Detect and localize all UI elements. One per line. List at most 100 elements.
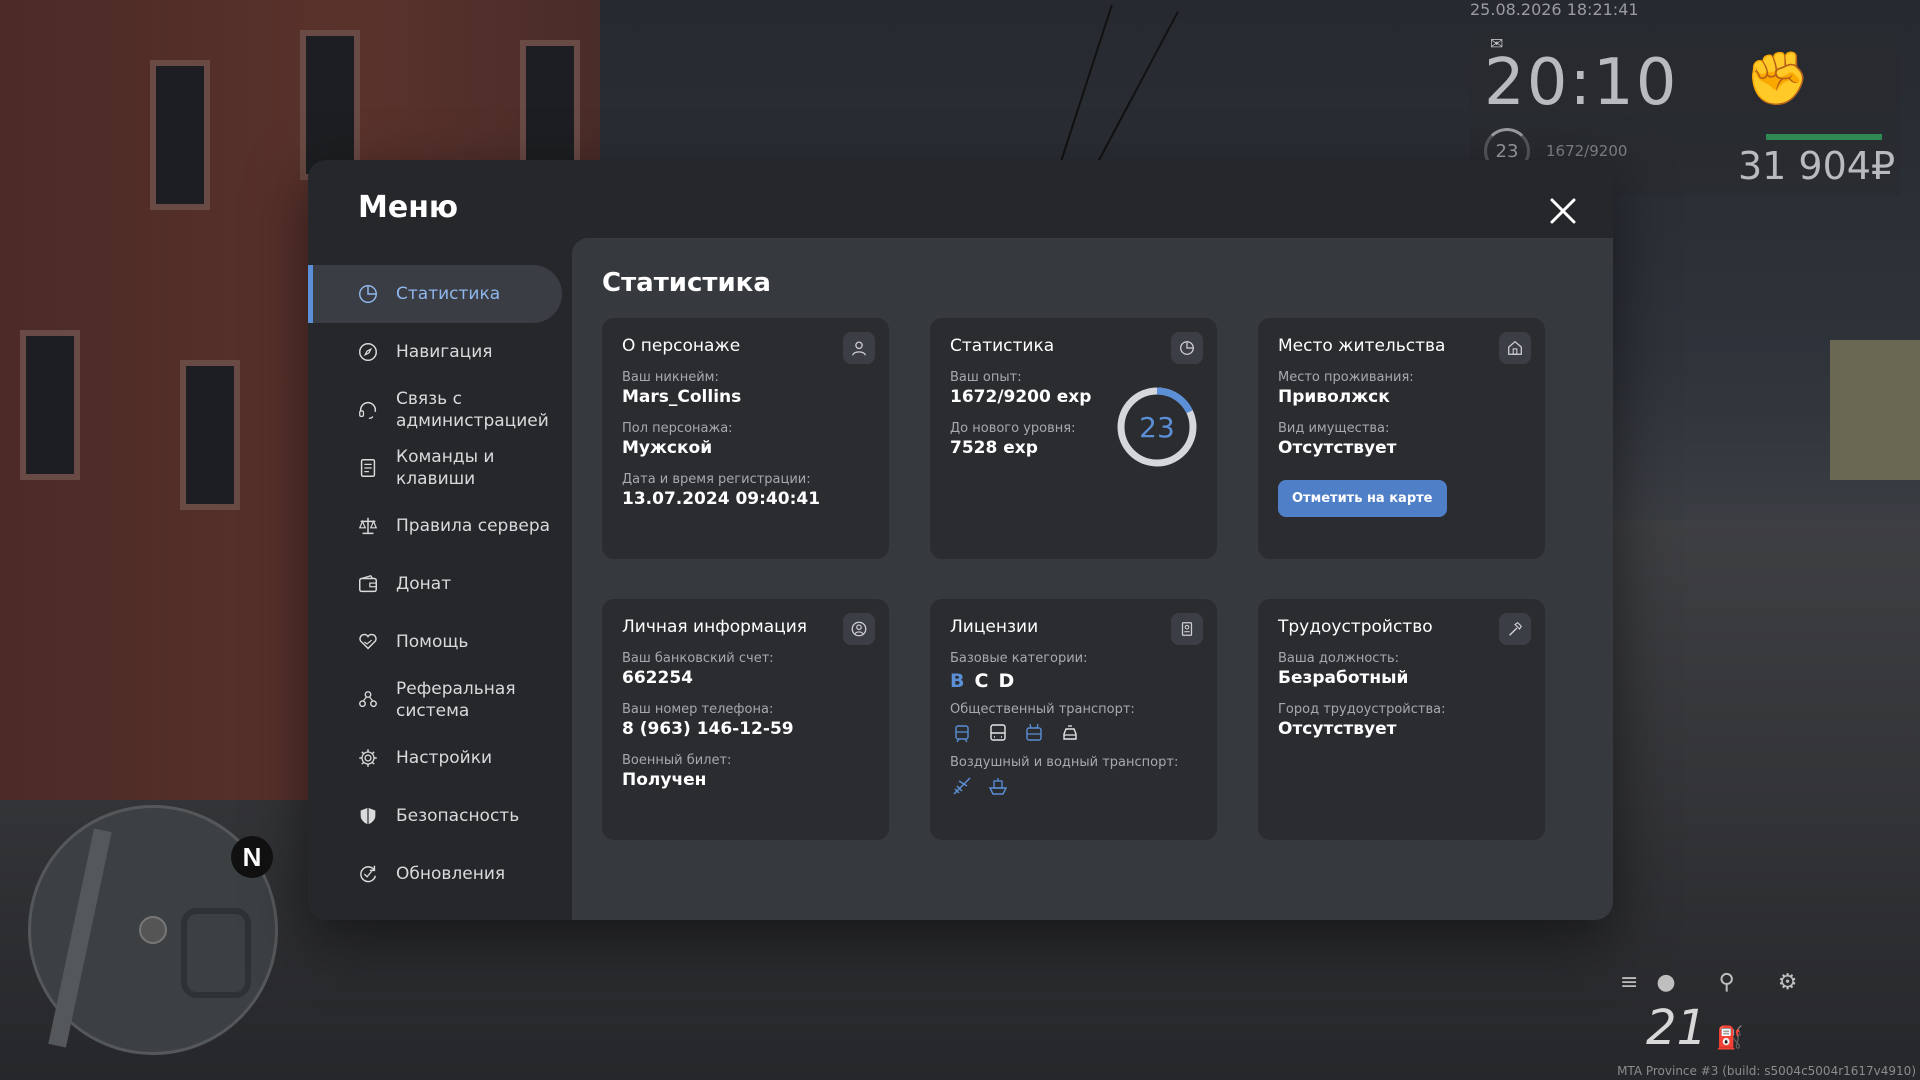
people-icon <box>356 688 380 712</box>
building-window <box>300 30 360 180</box>
card-title: Статистика <box>950 336 1055 356</box>
license-icon <box>1171 613 1203 645</box>
nick-value: Mars_Collins <box>622 387 742 407</box>
wallet-icon <box>356 572 380 596</box>
tram-icon <box>950 721 974 745</box>
sidebar-item-rules[interactable]: Правила сервера <box>308 497 570 555</box>
health-bar <box>1766 134 1882 140</box>
minimap: N <box>28 805 278 1055</box>
taxi-icon <box>1058 721 1082 745</box>
employment-card: Трудоустройство Ваша должность: Безработ… <box>1258 599 1545 840</box>
close-icon <box>1550 198 1576 224</box>
gender-label: Пол персонажа: <box>622 421 733 436</box>
mark-on-map-button[interactable]: Отметить на карте <box>1278 480 1447 517</box>
card-title: Трудоустройство <box>1278 617 1433 637</box>
build-info: MTA Province #3 (build: s5004c5004r1617v… <box>1617 1064 1916 1078</box>
bus-icon <box>986 721 1010 745</box>
sidebar-item-label: Правила сервера <box>396 516 551 536</box>
home-marker-icon <box>139 916 167 944</box>
page-title: Статистика <box>602 268 771 298</box>
exp-label: Ваш опыт: <box>950 370 1022 385</box>
level-progress-ring: 23 <box>1116 386 1198 468</box>
sidebar-item-label: Команды и клавиши <box>396 447 495 489</box>
place-value: Приволжск <box>1278 387 1390 407</box>
content-area: Статистика О персонаже Ваш никнейм: Mars… <box>572 238 1613 920</box>
gender-value: Мужской <box>622 438 713 458</box>
sidebar-item-label: Обновления <box>396 864 506 884</box>
phone-label: Ваш номер телефона: <box>622 702 774 717</box>
building-window <box>180 360 240 510</box>
refresh-icon <box>356 862 380 886</box>
hud-datetime: 25.08.2026 18:21:41 <box>1470 0 1639 19</box>
property-label: Вид имущества: <box>1278 421 1390 436</box>
pie-chart-icon <box>1171 332 1203 364</box>
card-title: О персонаже <box>622 336 741 356</box>
vehicle-status-icons: ≡● ⚲ ⚙ <box>1620 970 1816 995</box>
compass-icon <box>356 340 380 364</box>
speed-value: 21 <box>1646 1000 1708 1056</box>
experience-card: Статистика Ваш опыт: 1672/9200 exp До но… <box>930 318 1217 559</box>
sidebar-item-updates[interactable]: Обновления <box>308 845 570 903</box>
air-water-label: Воздушный и водный транспорт: <box>950 755 1179 770</box>
work-city-value: Отсутствует <box>1278 719 1397 739</box>
sidebar-item-label: Донат <box>396 574 452 594</box>
minimap-road <box>48 828 112 1048</box>
distant-building <box>1830 340 1920 480</box>
user-circle-icon <box>843 613 875 645</box>
user-icon <box>843 332 875 364</box>
plane-icon <box>950 774 974 798</box>
reg-label: Дата и время регистрации: <box>622 472 811 487</box>
base-categories-label: Базовые категории: <box>950 651 1088 666</box>
sidebar-item-label: Реферальная система <box>396 679 516 721</box>
sidebar-item-security[interactable]: Безопасность <box>308 787 570 845</box>
sidebar-item-label: Навигация <box>396 342 493 362</box>
nick-label: Ваш никнейм: <box>622 370 719 385</box>
hammer-icon <box>1499 613 1531 645</box>
hud-time: 20:10 <box>1484 46 1679 120</box>
menu-title: Меню <box>358 190 459 225</box>
shield-icon <box>356 804 380 828</box>
sidebar-item-label: Настройки <box>396 748 493 768</box>
gear-icon <box>356 746 380 770</box>
sidebar: Статистика Навигация Связь с администрац… <box>308 265 570 903</box>
sidebar-item-settings[interactable]: Настройки <box>308 729 570 787</box>
category-c: C <box>974 670 989 692</box>
hud-money: 31 904₽ <box>1738 144 1896 188</box>
license-categories: B C D <box>950 670 1197 692</box>
phone-value: 8 (963) 146-12-59 <box>622 719 794 739</box>
headset-icon <box>356 398 380 422</box>
heart-hand-icon <box>356 630 380 654</box>
sidebar-item-commands[interactable]: Команды и клавиши <box>308 439 570 497</box>
pie-chart-icon <box>356 282 380 306</box>
reg-value: 13.07.2024 09:40:41 <box>622 489 821 509</box>
minimap-block <box>181 908 251 998</box>
fist-icon: ✊ <box>1745 49 1810 109</box>
bank-label: Ваш банковский счет: <box>622 651 774 666</box>
hud-exp: 1672/9200 <box>1546 142 1628 160</box>
fuel-icon: ⛽ <box>1716 1026 1744 1051</box>
boat-icon <box>986 774 1010 798</box>
place-label: Место проживания: <box>1278 370 1414 385</box>
close-button[interactable] <box>1546 194 1580 228</box>
work-city-label: Город трудоустройства: <box>1278 702 1446 717</box>
house-icon <box>1499 332 1531 364</box>
military-value: Получен <box>622 770 707 790</box>
sidebar-item-admin-contact[interactable]: Связь с администрацией <box>308 381 570 439</box>
level-number: 23 <box>1139 410 1175 444</box>
sidebar-item-statistics[interactable]: Статистика <box>308 265 562 323</box>
sidebar-item-referral[interactable]: Реферальная система <box>308 671 570 729</box>
card-title: Лицензии <box>950 617 1039 637</box>
trolleybus-icon <box>1022 721 1046 745</box>
scales-icon <box>356 514 380 538</box>
military-label: Военный билет: <box>622 753 732 768</box>
sidebar-item-navigation[interactable]: Навигация <box>308 323 570 381</box>
licenses-card: Лицензии Базовые категории: B C D Общест… <box>930 599 1217 840</box>
category-d: D <box>998 670 1015 692</box>
position-value: Безработный <box>1278 668 1409 688</box>
sidebar-item-label: Статистика <box>396 284 501 304</box>
sidebar-item-donate[interactable]: Донат <box>308 555 570 613</box>
sidebar-item-help[interactable]: Помощь <box>308 613 570 671</box>
building-window <box>150 60 210 210</box>
sidebar-item-label: Безопасность <box>396 806 520 826</box>
sidebar-item-label: Помощь <box>396 632 469 652</box>
